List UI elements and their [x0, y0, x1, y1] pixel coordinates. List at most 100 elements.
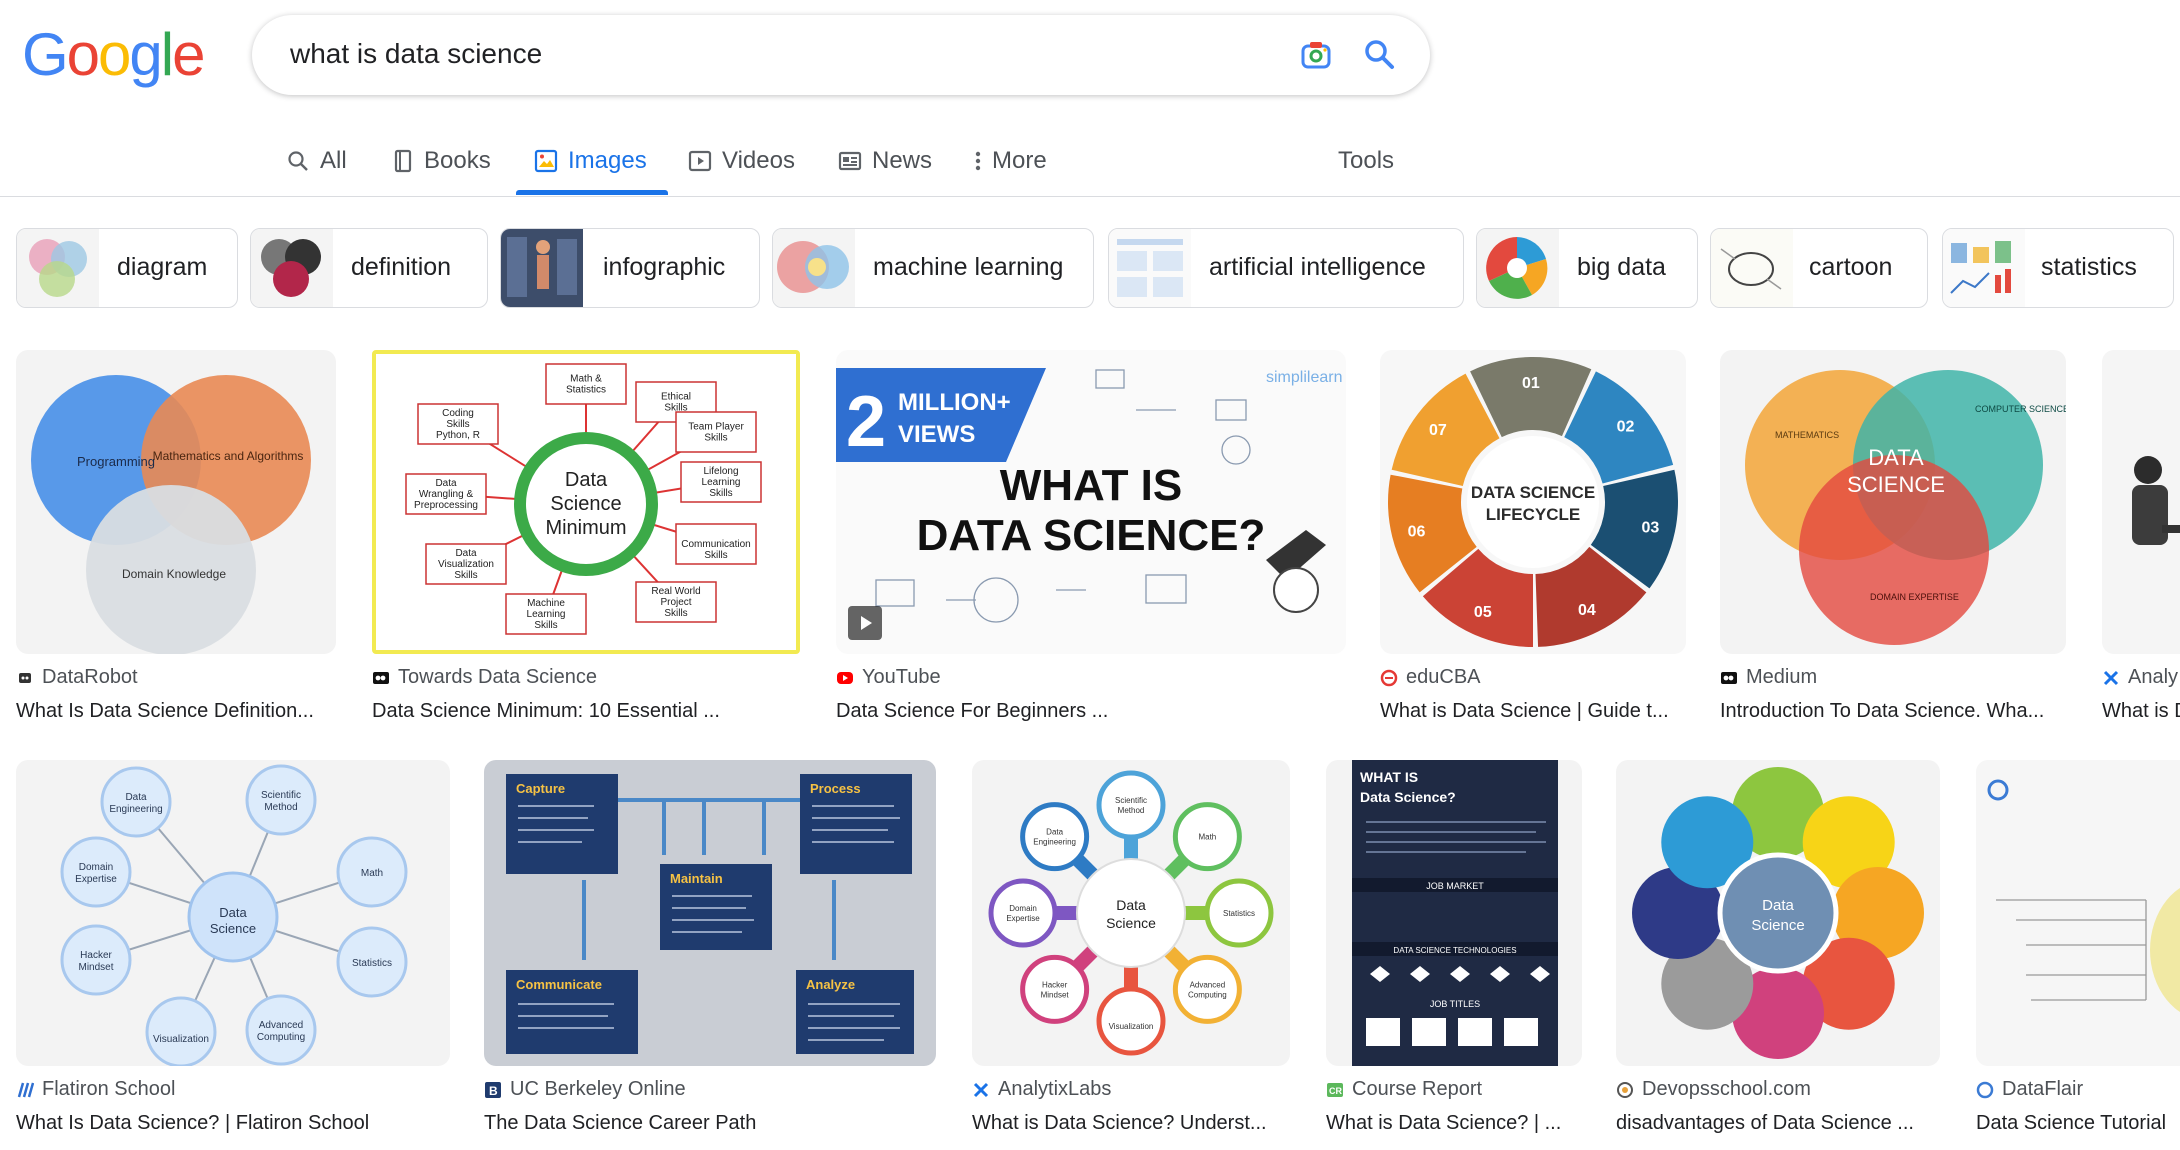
diagram-node-label: Mindset [1041, 990, 1070, 999]
chip-infographic[interactable]: infographic [500, 228, 760, 308]
diagram-node-label: Hacker [80, 950, 112, 961]
result-title[interactable]: What Is Data Science? | Flatiron School [16, 1112, 436, 1135]
video-headline: WHAT IS [1000, 461, 1183, 510]
tab-label: Tools [1338, 147, 1395, 174]
diagram-node-label: Advanced [259, 1020, 303, 1031]
result-title[interactable]: What Is Data Science Definition... [16, 700, 340, 723]
result-image[interactable] [1976, 760, 2180, 1066]
diagram-node-label: Team Player [688, 422, 744, 433]
result-image[interactable]: 2 MILLION+ VIEWS WHAT IS DATA SCIENCE? s… [836, 350, 1346, 654]
result-source[interactable]: DataFlair [1976, 1078, 2083, 1101]
diagram-node-label: Expertise [75, 874, 117, 885]
diagram-node-label: Skills [704, 433, 727, 444]
search-input[interactable]: what is data science [290, 38, 542, 70]
play-icon[interactable] [848, 606, 882, 640]
medium-icon [1721, 671, 1737, 684]
chip-statistics[interactable]: statistics [1942, 228, 2174, 308]
google-logo[interactable]: Google [22, 25, 206, 85]
infographic-title: WHAT IS [1360, 769, 1418, 785]
tab-more[interactable]: More [974, 144, 1047, 178]
image-result[interactable]: Analy What is D [2102, 350, 2180, 740]
chip-thumbnail [251, 229, 333, 307]
result-image[interactable] [2102, 350, 2180, 654]
venn-label: Domain Knowledge [122, 567, 226, 581]
chip-big-data[interactable]: big data [1476, 228, 1698, 308]
diagram-node [1096, 770, 1166, 840]
venn-center-label: DATA [1868, 445, 1924, 470]
svg-text:B: B [489, 1084, 498, 1098]
result-source[interactable]: YouTube [836, 666, 941, 689]
berkeley-icon: B [485, 1081, 501, 1098]
result-source[interactable]: CR Course Report [1326, 1078, 1482, 1101]
result-source[interactable]: Flatiron School [16, 1078, 175, 1101]
tab-all[interactable]: All [286, 144, 347, 178]
result-image[interactable]: 01 02 03 04 05 06 07 DATA SCIENCE LIFECYCLE [1380, 350, 1686, 654]
result-title[interactable]: Data Science For Beginners ... [836, 700, 1336, 723]
diagram-node-label: Method [264, 802, 297, 813]
robot-icon [19, 672, 31, 683]
tab-videos[interactable]: Videos [688, 144, 795, 178]
result-source[interactable]: Analy [2102, 666, 2178, 689]
news-icon [838, 151, 862, 171]
diagram-node-label: Skills [534, 620, 557, 631]
lifecycle-number: 05 [1474, 604, 1492, 621]
diagram-node-label: Visualization [1109, 1022, 1154, 1031]
tab-label: Books [424, 147, 491, 174]
result-source[interactable]: DataRobot [16, 666, 138, 689]
result-image[interactable]: WHAT IS Data Science? JOB MARKET DATA SC… [1326, 760, 1582, 1066]
source-name: Analy [2128, 666, 2179, 688]
tab-books[interactable]: Books [392, 144, 491, 178]
image-result[interactable]: DataFlair Data Science Tutorial [1976, 760, 2180, 1150]
result-title[interactable]: Introduction To Data Science. Wha... [1720, 700, 2050, 723]
venn-label: MATHEMATICS [1775, 430, 1839, 440]
result-image[interactable]: Data Science [1616, 760, 1940, 1066]
result-source[interactable]: Medium [1720, 666, 1817, 689]
result-source[interactable]: eduCBA [1380, 666, 1481, 689]
result-title[interactable]: What is Data Science? | ... [1326, 1112, 1586, 1135]
diagram-node-label: Math [361, 868, 383, 879]
medium-icon [373, 671, 389, 684]
result-source[interactable]: B UC Berkeley Online [484, 1078, 686, 1101]
tab-news[interactable]: News [838, 144, 932, 178]
diagram-node-label: Coding [442, 408, 474, 419]
diagram-node-label: Lifelong [703, 466, 738, 477]
result-image[interactable]: Capture Process Maintain Communicate Ana… [484, 760, 936, 1066]
result-title[interactable]: What is Data Science | Guide t... [1380, 700, 1680, 723]
logo-letter: l [160, 21, 174, 88]
tab-images[interactable]: Images [534, 144, 647, 178]
result-image[interactable]: Programming Mathematics and Algorithms D… [16, 350, 336, 654]
chip-definition[interactable]: definition [250, 228, 488, 308]
result-image[interactable]: Data Science Minimum Math & Statistics Ethica… [372, 350, 800, 654]
tools-button[interactable]: Tools [1338, 144, 1394, 178]
result-image[interactable]: Data Science Scientific Method Math Statistic… [972, 760, 1290, 1066]
chip-label: statistics [2041, 253, 2137, 281]
diagram-node-label: Computing [257, 1032, 305, 1043]
logo-letter: G [22, 21, 69, 88]
result-image[interactable]: DATA SCIENCE MATHEMATICS COMPUTER SCIENC… [1720, 350, 2066, 654]
search-icon[interactable] [1362, 37, 1396, 71]
chip-cartoon[interactable]: cartoon [1710, 228, 1928, 308]
result-title[interactable]: What is D [2102, 700, 2180, 723]
result-title[interactable]: Data Science Minimum: 10 Essential ... [372, 700, 782, 723]
camera-lens-icon[interactable] [1300, 39, 1332, 71]
result-title[interactable]: The Data Science Career Path [484, 1112, 924, 1135]
diagram-node-label: Scientific [1115, 796, 1147, 805]
course-report-icon: CR [1327, 1082, 1343, 1097]
badge-number: 2 [846, 382, 886, 462]
chip-thumbnail [1711, 229, 1793, 307]
chip-diagram[interactable]: diagram [16, 228, 238, 308]
venn-label: Programming [77, 454, 155, 469]
result-title[interactable]: Data Science Tutorial [1976, 1112, 2180, 1135]
result-title[interactable]: What is Data Science? Underst... [972, 1112, 1272, 1135]
chip-machine-learning[interactable]: machine learning [772, 228, 1094, 308]
diagram-node-label: Method [1118, 806, 1145, 815]
result-image[interactable]: Data Science Data Engineering Scientific Meth… [16, 760, 450, 1066]
result-title[interactable]: disadvantages of Data Science ... [1616, 1112, 1942, 1135]
diagram-node-label: Data [455, 548, 477, 559]
result-source[interactable]: Devopsschool.com [1616, 1078, 1811, 1101]
search-box[interactable]: what is data science [252, 15, 1430, 95]
infographic-section: JOB TITLES [1430, 999, 1480, 1009]
result-source[interactable]: Towards Data Science [372, 666, 597, 689]
result-source[interactable]: AnalytixLabs [972, 1078, 1111, 1101]
chip-artificial-intelligence[interactable]: artificial intelligence [1108, 228, 1464, 308]
